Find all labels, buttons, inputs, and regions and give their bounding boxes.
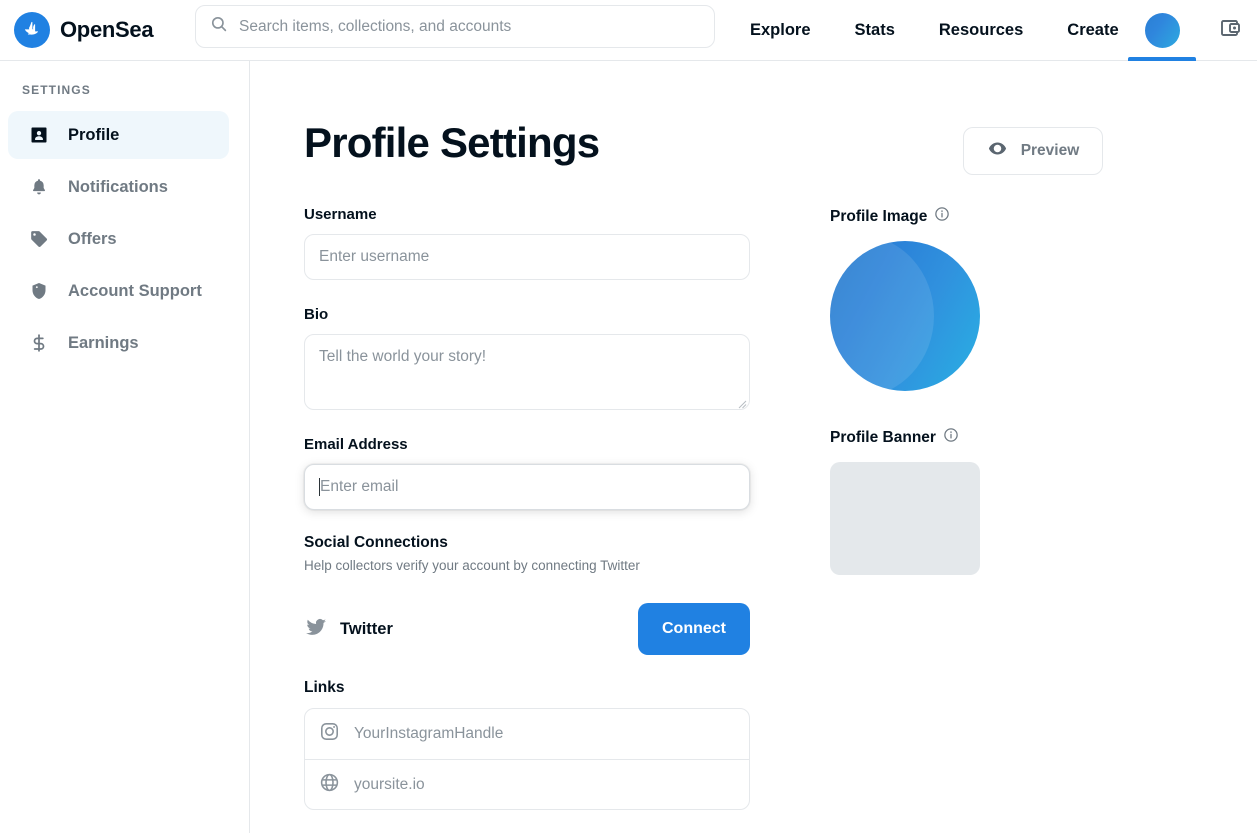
top-header: OpenSea Search items, collections, and a… <box>0 0 1257 61</box>
info-icon[interactable] <box>943 427 959 448</box>
sidebar-item-account-support[interactable]: Account Support <box>8 267 229 315</box>
info-icon[interactable] <box>934 206 950 227</box>
profile-media-column: Profile Image Profile Banner <box>830 206 1130 575</box>
account-avatar-icon <box>1144 13 1180 48</box>
website-link-input[interactable]: yoursite.io <box>305 759 749 809</box>
website-placeholder: yoursite.io <box>354 775 425 793</box>
page-title: Profile Settings <box>304 119 600 166</box>
bio-textarea[interactable]: Tell the world your story! <box>304 334 750 410</box>
globe-icon <box>319 772 340 798</box>
sidebar-item-earnings-label: Earnings <box>68 333 139 352</box>
sidebar-heading: SETTINGS <box>22 83 91 97</box>
eye-icon <box>987 138 1008 164</box>
settings-sidebar: SETTINGS Profile Notifications Offers Ac… <box>0 61 250 833</box>
social-connections-title: Social Connections <box>304 534 448 551</box>
main-content: Profile Settings Preview Username Enter … <box>251 61 1257 833</box>
sidebar-item-notifications-label: Notifications <box>68 177 168 196</box>
opensea-sailboat-logo-icon <box>14 12 50 48</box>
profile-image-upload[interactable] <box>830 241 980 391</box>
bio-placeholder: Tell the world your story! <box>319 348 487 365</box>
instagram-icon <box>319 721 340 747</box>
wallet-button[interactable] <box>1205 0 1257 61</box>
nav-item-stats[interactable]: Stats <box>833 0 917 61</box>
nav-item-create[interactable]: Create <box>1045 0 1140 61</box>
bio-label: Bio <box>304 306 329 323</box>
sidebar-item-profile[interactable]: Profile <box>8 111 229 159</box>
twitter-icon <box>304 615 328 644</box>
sidebar-item-profile-label: Profile <box>68 125 120 144</box>
twitter-name-label: Twitter <box>340 619 393 638</box>
sidebar-item-earnings[interactable]: Earnings <box>8 319 229 367</box>
links-title: Links <box>304 679 345 696</box>
username-label: Username <box>304 206 377 223</box>
email-label: Email Address <box>304 436 408 453</box>
account-menu-button[interactable] <box>1128 0 1196 61</box>
profile-banner-upload[interactable] <box>830 462 980 575</box>
search-input[interactable]: Search items, collections, and accounts <box>195 5 715 48</box>
wallet-icon <box>1219 16 1243 45</box>
resize-handle-icon[interactable] <box>736 396 747 409</box>
opensea-brand-link[interactable]: OpenSea <box>14 12 154 48</box>
sidebar-item-notifications[interactable]: Notifications <box>8 163 229 211</box>
dollar-icon <box>28 332 50 354</box>
instagram-link-input[interactable]: YourInstagramHandle <box>305 709 749 759</box>
twitter-connect-button[interactable]: Connect <box>638 603 750 655</box>
profile-image-label-row: Profile Image <box>830 206 1130 227</box>
links-group: YourInstagramHandle yoursite.io <box>304 708 750 810</box>
nav-item-explore[interactable]: Explore <box>728 0 833 61</box>
profile-banner-label: Profile Banner <box>830 428 936 446</box>
preview-button-label: Preview <box>1020 142 1080 159</box>
instagram-placeholder: YourInstagramHandle <box>354 725 504 742</box>
nav-item-resources[interactable]: Resources <box>917 0 1045 61</box>
tag-icon <box>28 228 50 250</box>
username-placeholder: Enter username <box>319 248 430 265</box>
sidebar-item-account-support-label: Account Support <box>68 281 202 300</box>
username-input[interactable]: Enter username <box>304 234 750 280</box>
email-input[interactable]: Enter email <box>304 464 750 510</box>
sidebar-item-offers[interactable]: Offers <box>8 215 229 263</box>
social-connections-subtitle: Help collectors verify your account by c… <box>304 558 640 573</box>
brand-name-label: OpenSea <box>60 17 154 42</box>
search-placeholder-text: Search items, collections, and accounts <box>239 17 512 35</box>
profile-banner-label-row: Profile Banner <box>830 427 1130 448</box>
shield-icon <box>28 280 50 302</box>
email-placeholder: Enter email <box>320 478 399 495</box>
sidebar-item-offers-label: Offers <box>68 229 117 248</box>
twitter-connection-row: Twitter Connect <box>304 603 750 655</box>
active-tab-indicator <box>1128 57 1196 61</box>
profile-card-icon <box>28 124 50 146</box>
search-icon <box>210 15 228 38</box>
profile-form: Username Enter username Bio Tell the wor… <box>304 206 750 810</box>
profile-image-label: Profile Image <box>830 207 928 225</box>
bell-icon <box>28 176 50 198</box>
primary-nav: Explore Stats Resources Create <box>728 0 1141 61</box>
preview-button[interactable]: Preview <box>963 127 1103 175</box>
